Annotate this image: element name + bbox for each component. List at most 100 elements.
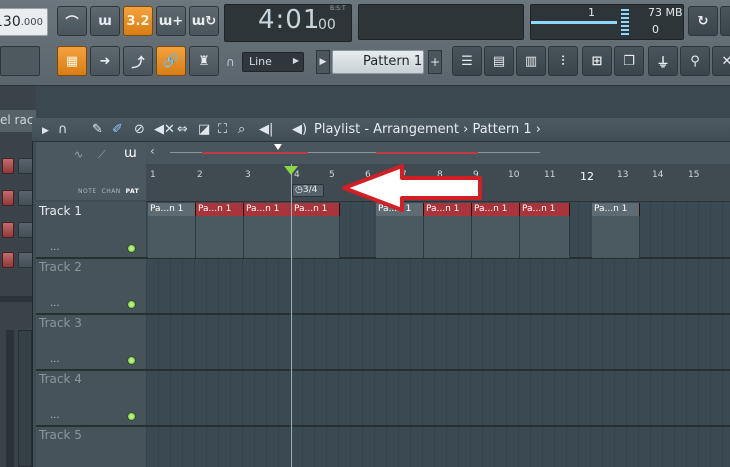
scroll-left-icon[interactable]: ‹: [150, 144, 155, 158]
playback-icon[interactable]: ◀|: [259, 122, 273, 137]
arrow-right-icon: ➜: [99, 53, 111, 69]
track-options[interactable]: ...: [50, 298, 60, 309]
channel-mute-button[interactable]: [2, 190, 14, 206]
channel-rack-title: el rac: [0, 110, 36, 132]
magnet-icon: ∩: [226, 55, 235, 69]
breadcrumb-separator-end: ›: [535, 122, 541, 137]
time-signature-marker[interactable]: ◷3/4: [292, 184, 324, 197]
speaker-icon: ◀): [292, 122, 308, 137]
delete-icon[interactable]: ⊘: [134, 122, 145, 137]
project-button[interactable]: ❐: [614, 46, 644, 76]
track-name: Track 4: [39, 372, 82, 386]
pattern-clip-body[interactable]: [592, 216, 640, 258]
pattern-clip-body[interactable]: [244, 216, 292, 258]
mode-note[interactable]: NOTE: [78, 188, 97, 195]
toolbar-extra-button[interactable]: ◷: [720, 6, 730, 36]
step-edit-area[interactable]: [0, 46, 40, 76]
pattern-clip-body[interactable]: [424, 216, 472, 258]
playlist-title-text: Playlist - Arrangement: [314, 122, 459, 137]
metronome-precount-button[interactable]: ♜: [189, 46, 219, 76]
bar-number: 3: [245, 170, 251, 180]
wait-for-input-button[interactable]: ɯ: [90, 6, 120, 36]
pattern-clip[interactable]: Pa...n 1: [196, 203, 244, 216]
cpu-meter: [531, 21, 617, 24]
track-options[interactable]: ...: [50, 410, 60, 421]
add-pattern-button[interactable]: +: [428, 50, 442, 74]
triangle-right-icon: ▶: [319, 57, 327, 67]
channel-volume-slider[interactable]: [6, 330, 14, 467]
memory-meter: [621, 9, 629, 35]
channel-mute-button[interactable]: [2, 252, 14, 268]
time-format-label: B:S:T: [330, 5, 346, 12]
waveform-icon[interactable]: ∿: [74, 148, 83, 161]
channel-mute-button[interactable]: [2, 158, 14, 174]
piano-roll-window-button[interactable]: ▤: [484, 46, 514, 76]
channel-rack-window-button[interactable]: ▥: [516, 46, 546, 76]
pattern-clip-body[interactable]: [376, 216, 424, 258]
track-mute-led[interactable]: [127, 412, 136, 421]
pattern-clip[interactable]: Pa...n 1: [244, 203, 292, 216]
channel-mute-button[interactable]: [2, 222, 14, 238]
track-mute-led[interactable]: [127, 356, 136, 365]
pattern-select[interactable]: Pattern 1: [332, 50, 424, 74]
breadcrumb-pattern[interactable]: Pattern 1: [472, 122, 531, 137]
mute-icon[interactable]: ◀✕: [154, 122, 175, 137]
slide-button[interactable]: ⤴: [123, 46, 153, 76]
playhead-line: [291, 164, 292, 467]
bar-number: 10: [508, 170, 520, 180]
pattern-clip-body[interactable]: [196, 216, 244, 258]
pattern-picker-icon[interactable]: ɯ: [124, 146, 137, 161]
pattern-clip-body[interactable]: [472, 216, 520, 258]
link-button[interactable]: 🔗: [156, 46, 186, 76]
pattern-clip-body[interactable]: [292, 216, 340, 258]
channel-rack-icon: ▥: [524, 53, 538, 69]
track-mute-led[interactable]: [127, 300, 136, 309]
track-name: Track 5: [39, 428, 82, 442]
plug-icon: ⏚: [656, 55, 670, 71]
channel-rack-scrollbar[interactable]: [0, 296, 36, 302]
plugin-picker-button[interactable]: ⏚: [648, 46, 678, 76]
step-edit-button[interactable]: ➜: [90, 46, 120, 76]
time-main: 4:01: [258, 5, 321, 35]
polyphony-value: 0: [652, 23, 659, 36]
tempo-tapper-button[interactable]: ⚲: [680, 46, 710, 76]
mode-pat[interactable]: PAT: [126, 188, 140, 195]
pattern-clip[interactable]: Pa...n 1: [148, 203, 196, 216]
mode-chan[interactable]: CHAN: [102, 188, 121, 195]
magnet-snap-icon[interactable]: ∩: [58, 122, 68, 137]
pattern-prev-button[interactable]: ▶: [316, 50, 330, 74]
zoom-icon[interactable]: ⌕: [238, 122, 245, 137]
blend-notes-button[interactable]: ɯ+: [156, 6, 186, 36]
time-sub: 00: [318, 17, 336, 33]
playlist-window-button[interactable]: ☰: [452, 46, 482, 76]
slice-icon[interactable]: ◪: [198, 122, 210, 137]
track-options[interactable]: ...: [50, 354, 60, 365]
tempo-fraction: .000: [20, 16, 43, 28]
browser-window-button[interactable]: ⊞: [582, 46, 612, 76]
automation-icon[interactable]: ⟋: [98, 148, 106, 162]
close-extra-button[interactable]: ✕: [712, 46, 730, 76]
paint-brush-icon[interactable]: ✐: [112, 122, 123, 137]
playhead-marker[interactable]: [284, 166, 298, 175]
track-options[interactable]: ...: [50, 242, 60, 253]
pencil-icon[interactable]: ✎: [92, 122, 103, 137]
options-arrow-icon[interactable]: ▶: [42, 126, 49, 136]
undo-history-button[interactable]: ↻: [688, 6, 718, 36]
loop-record-button[interactable]: ɯ↻: [189, 6, 219, 36]
overview-clip-mark: [376, 152, 478, 154]
select-icon[interactable]: ⛶: [218, 122, 227, 137]
snap-to-grid-button[interactable]: ▦: [57, 46, 87, 76]
countdown-button[interactable]: 3.2: [123, 6, 153, 36]
track-mute-led[interactable]: [127, 244, 136, 253]
close-icon: ✕: [721, 53, 730, 69]
pattern-clip-body[interactable]: [520, 216, 570, 258]
snap-select[interactable]: Line ▶: [242, 52, 304, 72]
pattern-clip-body[interactable]: [148, 216, 196, 258]
tempo-display[interactable]: 130.000: [0, 8, 48, 36]
playlist-title: Playlist - Arrangement › Pattern 1 ›: [314, 122, 541, 137]
mixer-window-button[interactable]: ⫶: [548, 46, 578, 76]
slip-icon[interactable]: ⇔: [177, 122, 188, 137]
pattern-clip[interactable]: Pa...n 1: [592, 203, 640, 216]
metronome-button[interactable]: ⌒: [57, 6, 87, 36]
pattern-clip[interactable]: Pa...n 1: [520, 203, 570, 216]
